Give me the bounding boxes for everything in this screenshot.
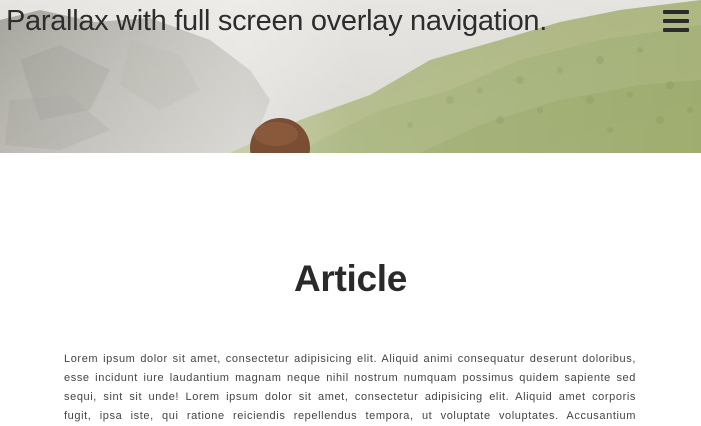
article-heading: Article xyxy=(293,258,408,299)
page-title: Parallax with full screen overlay naviga… xyxy=(6,5,547,37)
page: Parallax with full screen overlay naviga… xyxy=(0,0,701,426)
hamburger-menu-icon[interactable] xyxy=(663,9,689,33)
article-body: Lorem ipsum dolor sit amet, consectetur … xyxy=(64,353,636,422)
menu-bar-middle xyxy=(663,19,689,23)
hero-banner: Parallax with full screen overlay naviga… xyxy=(0,0,701,153)
menu-bar-top xyxy=(663,10,689,14)
article-section: Article Lorem ipsum dolor sit amet, cons… xyxy=(0,153,701,426)
menu-bar-bottom xyxy=(663,28,689,32)
